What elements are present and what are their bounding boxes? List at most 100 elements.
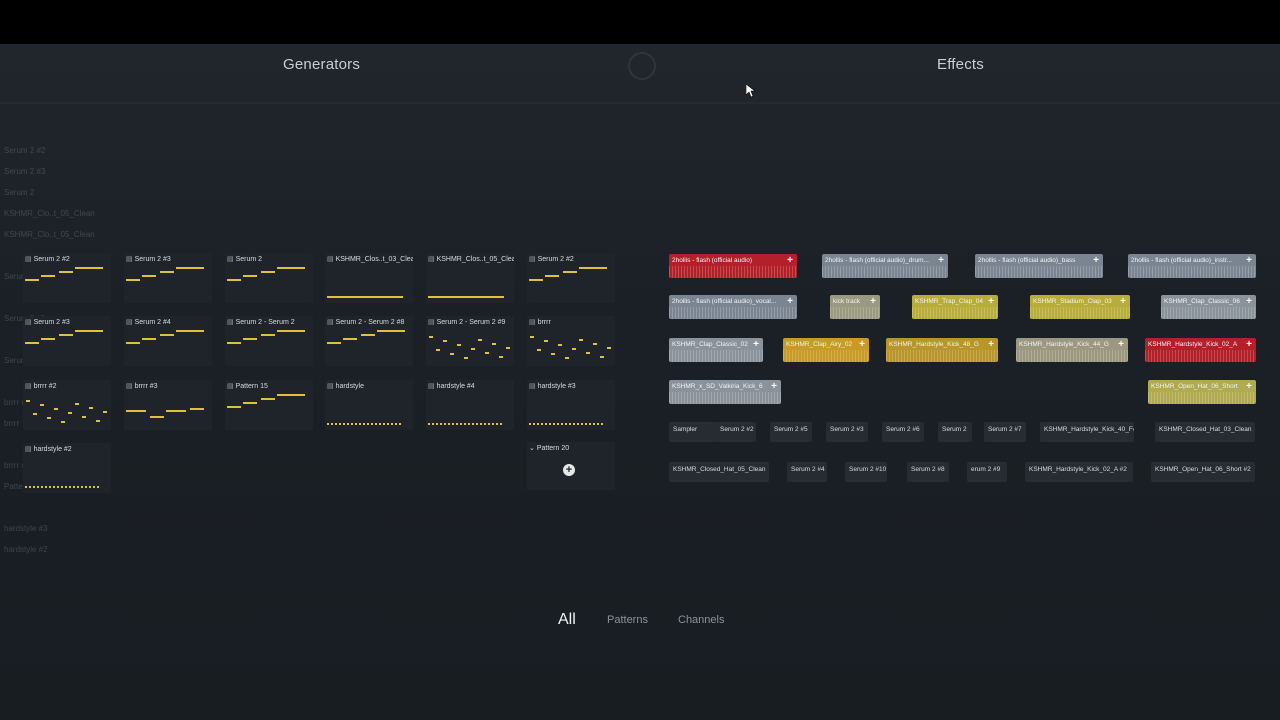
channel-tile[interactable]: Serum 2 #7 <box>984 422 1026 442</box>
note-block <box>464 357 468 359</box>
channel-tile[interactable]: Serum 2 #3 <box>826 422 868 442</box>
add-clip-icon[interactable]: + <box>787 296 793 307</box>
channel-tile[interactable]: erum 2 #9 <box>967 462 1007 482</box>
channel-tile[interactable]: Serum 2 #2 <box>716 422 756 442</box>
note-block <box>190 267 204 269</box>
add-clip-icon[interactable]: + <box>1120 296 1126 307</box>
audio-clip-tile[interactable]: KSHMR_Clap_Classic_02 + <box>669 338 763 362</box>
pattern-title: Serum 2 #2 <box>25 255 111 263</box>
pattern-tile[interactable]: Serum 2 - Serum 2 #8 <box>325 316 413 366</box>
add-pattern-button[interactable]: + <box>563 464 575 476</box>
note-block <box>573 423 575 425</box>
note-block <box>327 423 329 425</box>
audio-clip-tile[interactable]: KSHMR_Hardstyle_Kick_44_G + <box>1016 338 1128 362</box>
pattern-preview <box>26 400 107 423</box>
note-block <box>166 410 186 412</box>
audio-clip-tile[interactable]: KSHMR_Clap_Airy_02 + <box>783 338 869 362</box>
add-clip-icon[interactable]: + <box>1118 339 1124 350</box>
note-block <box>77 486 79 488</box>
channel-tile[interactable]: KSHMR_Closed_Hat_03_Clean <box>1155 422 1255 442</box>
pattern-tile[interactable]: Serum 2 #3 <box>124 253 212 303</box>
ghost-track-label <box>4 497 114 518</box>
pattern-tile[interactable]: KSHMR_Clos..t_05_Clean <box>426 253 514 303</box>
pattern-tile[interactable]: hardstyle <box>325 380 413 430</box>
note-block <box>54 408 58 410</box>
add-clip-icon[interactable]: + <box>771 381 777 392</box>
add-clip-icon[interactable]: + <box>870 296 876 307</box>
add-clip-icon[interactable]: + <box>988 296 994 307</box>
note-block <box>367 423 369 425</box>
channel-tile[interactable]: Serum 2 #4 <box>787 462 827 482</box>
audio-clip-tile[interactable]: kick track + <box>830 295 880 319</box>
pattern-tile[interactable]: Serum 2 - Serum 2 <box>225 316 313 366</box>
channel-tile[interactable]: Serum 2 #5 <box>770 422 812 442</box>
audio-clip-label: 2hollis - flash (official audio)_vocal..… <box>672 298 777 305</box>
add-clip-icon[interactable]: + <box>1246 339 1252 350</box>
pattern-tile[interactable]: Serum 2 #2 <box>527 253 615 303</box>
pattern-tile[interactable]: brrrr <box>527 316 615 366</box>
note-block <box>347 423 349 425</box>
audio-clip-tile[interactable]: KSHMR_Clap_Classic_06 + <box>1161 295 1256 319</box>
tab-channels[interactable]: Channels <box>678 614 724 626</box>
new-pattern-tile[interactable]: ⌄ Pattern 20 + <box>527 442 615 490</box>
pattern-tile[interactable]: Pattern 15 <box>225 380 313 430</box>
note-block <box>484 423 486 425</box>
waveform <box>1148 392 1256 404</box>
channel-tile[interactable]: Serum 2 <box>938 422 972 442</box>
audio-clip-tile[interactable]: KSHMR_x_SD_Valkiria_Kick_6 + <box>669 380 781 404</box>
note-block <box>496 423 498 425</box>
add-clip-icon[interactable]: + <box>1246 296 1252 307</box>
tab-all[interactable]: All <box>558 611 576 629</box>
channel-tile[interactable]: Serum 2 #8 <box>907 462 949 482</box>
note-block <box>68 412 72 414</box>
pattern-preview <box>530 336 611 359</box>
note-block <box>551 353 555 355</box>
add-clip-icon[interactable]: + <box>938 255 944 266</box>
note-block <box>597 423 599 425</box>
fl-logo-icon <box>628 52 656 80</box>
tab-patterns[interactable]: Patterns <box>607 614 648 626</box>
audio-clip-tile[interactable]: 2hollis - flash (official audio)_instr..… <box>1128 254 1256 278</box>
add-clip-icon[interactable]: + <box>1093 255 1099 266</box>
note-block <box>391 423 393 425</box>
audio-clip-tile[interactable]: KSHMR_Hardstyle_Kick_02_A + <box>1145 338 1256 362</box>
pattern-tile[interactable]: hardstyle #3 <box>527 380 615 430</box>
note-block <box>593 267 607 269</box>
audio-clip-tile[interactable]: 2hollis - flash (official audio) + <box>669 254 797 278</box>
channel-tile[interactable]: Serum 2 #6 <box>882 422 924 442</box>
pattern-tile[interactable]: Serum 2 #4 <box>124 316 212 366</box>
pattern-tile[interactable]: hardstyle #2 <box>23 443 111 493</box>
add-clip-icon[interactable]: + <box>1246 255 1252 266</box>
audio-clip-label: KSHMR_Open_Hat_06_Short <box>1151 383 1238 390</box>
pattern-tile[interactable]: hardstyle #4 <box>426 380 514 430</box>
channel-tile[interactable]: Serum 2 #10 <box>845 462 887 482</box>
pattern-tile[interactable]: brrrr #2 <box>23 380 111 430</box>
note-block <box>59 271 73 273</box>
add-clip-icon[interactable]: + <box>787 255 793 266</box>
add-clip-icon[interactable]: + <box>859 339 865 350</box>
channel-tile[interactable]: KSHMR_Open_Hat_06_Short #2 <box>1151 462 1255 482</box>
note-block <box>500 423 502 425</box>
pattern-tile[interactable]: Serum 2 <box>225 253 313 303</box>
channel-tile[interactable]: KSHMR_Hardstyle_Kick_02_A #2 <box>1025 462 1133 482</box>
pattern-tile[interactable]: KSHMR_Clos..t_03_Clean <box>325 253 413 303</box>
add-clip-icon[interactable]: + <box>1246 381 1252 392</box>
audio-clip-tile[interactable]: KSHMR_Hardstyle_Kick_48_G + <box>886 338 998 362</box>
pattern-tile[interactable]: Serum 2 - Serum 2 #9 <box>426 316 514 366</box>
channel-tile[interactable]: KSHMR_Closed_Hat_05_Clean <box>669 462 769 482</box>
note-block <box>40 404 44 406</box>
audio-clip-tile[interactable]: 2hollis - flash (official audio)_drum...… <box>822 254 948 278</box>
pattern-tile[interactable]: Serum 2 #2 <box>23 253 111 303</box>
note-block <box>89 330 103 332</box>
channel-tile[interactable]: KSHMR_Hardstyle_Kick_40_F# <box>1040 422 1134 442</box>
audio-clip-tile[interactable]: KSHMR_Trap_Clap_04 + <box>912 295 998 319</box>
pattern-tile[interactable]: Serum 2 #3 <box>23 316 111 366</box>
add-clip-icon[interactable]: + <box>753 339 759 350</box>
audio-clip-tile[interactable]: KSHMR_Open_Hat_06_Short + <box>1148 380 1256 404</box>
audio-clip-tile[interactable]: 2hollis - flash (official audio)_bass + <box>975 254 1103 278</box>
pattern-tile[interactable]: brrrr #3 <box>124 380 212 430</box>
audio-clip-tile[interactable]: KSHMR_Stadium_Clap_03 + <box>1030 295 1130 319</box>
audio-clip-tile[interactable]: 2hollis - flash (official audio)_vocal..… <box>669 295 797 319</box>
add-clip-icon[interactable]: + <box>988 339 994 350</box>
channel-tile[interactable]: Sampler <box>669 422 717 442</box>
